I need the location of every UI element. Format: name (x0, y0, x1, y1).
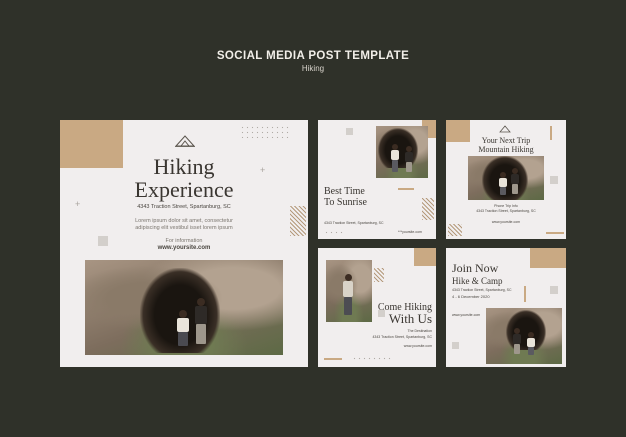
dot-pattern (352, 356, 392, 362)
post5-website[interactable]: www.yoursite.com (452, 313, 480, 317)
dot-pattern (324, 230, 344, 236)
post5-title-line2: Hike & Camp (452, 276, 503, 286)
post1-title-line2: Experience (134, 177, 234, 202)
post-join-now[interactable]: Join Now Hike & Camp 4343 Traction Stree… (446, 248, 566, 367)
post5-address: 4343 Traction Street, Spartanburg, SC (452, 288, 512, 292)
post2-address: 4343 Traction Street, Spartanburg, SC (324, 221, 384, 225)
hiker-figure (512, 328, 522, 356)
hiker-figure (510, 168, 520, 196)
post1-title-line1: Hiking (153, 154, 215, 179)
hatch-pattern (374, 268, 384, 282)
template-subtitle: Hiking (301, 64, 325, 73)
post2-website[interactable]: ***yoursite.com (398, 230, 422, 234)
post1-body-line1: Lorem ipsum dolor sit amet, consectetur (135, 218, 233, 224)
post4-info-label: The Destination (407, 329, 432, 333)
post3-title-line1: Your Next Trip (481, 136, 531, 145)
template-title: SOCIAL MEDIA POST TEMPLATE (216, 50, 410, 62)
hiker-figure (193, 298, 209, 348)
post4-title-line2: With Us (388, 311, 432, 326)
hiker-figure (404, 146, 414, 174)
mountain-logo-icon (174, 135, 196, 147)
hiker-figure (526, 332, 536, 356)
plus-icon: + (260, 165, 266, 175)
hatch-pattern (290, 206, 306, 236)
mountain-logo-icon (499, 125, 511, 133)
hiker-figure (390, 144, 400, 174)
post-best-time[interactable]: Best Time To Sunrise 4343 Traction Stree… (318, 120, 436, 239)
hiker-figure (498, 172, 508, 196)
grey-square (550, 176, 558, 184)
hiker-figure (175, 310, 191, 350)
tan-block (530, 248, 566, 268)
post3-title-line2: Mountain Hiking (478, 145, 534, 154)
cave-photo (376, 126, 428, 178)
grey-square (346, 128, 353, 135)
hiker-figure (342, 274, 354, 318)
tan-accent-line (524, 286, 526, 302)
post2-title-line1: Best Time (324, 186, 365, 197)
post1-website[interactable]: www.yoursite.com (60, 245, 308, 251)
dot-pattern (240, 125, 290, 138)
cave-photo (468, 156, 544, 200)
post2-title-line2: To Sunrise (324, 197, 367, 208)
hatch-pattern (422, 198, 434, 220)
hatch-pattern (448, 224, 462, 236)
post1-address: 4343 Traction Street, Spartanburg, SC (137, 204, 231, 210)
post-hiking-experience[interactable]: Hiking Experience + + 4343 Traction Stre… (60, 120, 308, 367)
grey-square (550, 286, 558, 294)
post-next-trip[interactable]: Your Next Trip Mountain Hiking Phone Tri… (446, 120, 566, 239)
tan-accent-line (398, 188, 414, 190)
post1-info-label: For information (165, 238, 203, 244)
grey-square (452, 342, 459, 349)
post1-body-line2: adipiscing elit vestibul isset lorem ips… (135, 225, 233, 231)
post5-dates: 4 - 6 December 2020 (452, 294, 490, 299)
cave-photo (486, 308, 562, 364)
post-come-hiking[interactable]: Come Hiking With Us The Destination 4343… (318, 248, 436, 367)
post3-info-label: Phone Trip Info (494, 204, 518, 208)
cave-photo (85, 260, 283, 355)
tan-accent-line (324, 358, 342, 360)
post3-website[interactable]: www.yoursite.com (446, 220, 566, 224)
post3-address: 4343 Traction Street, Spartanburg, SC (476, 209, 536, 213)
post5-title-line1: Join Now (452, 261, 499, 275)
tan-accent-line (546, 232, 564, 234)
post4-address: 4343 Traction Street, Spartanburg, SC (372, 335, 432, 339)
post4-website[interactable]: www.yoursite.com (368, 344, 432, 348)
tan-block (414, 248, 436, 266)
